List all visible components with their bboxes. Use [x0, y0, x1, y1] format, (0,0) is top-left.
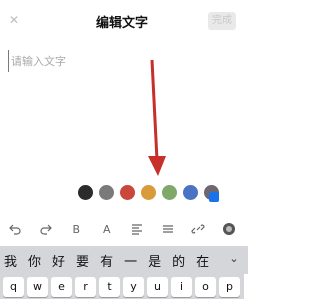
format-toolbar: B A: [0, 217, 244, 241]
candidate-word[interactable]: 的: [172, 251, 185, 270]
watermark-icon: [209, 192, 219, 202]
keyboard: 我 你 好 要 有 一 是 的 在 ⌄ q w e r t y u i o p: [0, 246, 248, 299]
key-e[interactable]: e: [51, 277, 72, 297]
font-icon: A: [102, 222, 111, 236]
key-r[interactable]: r: [75, 277, 96, 297]
color-swatch-gray[interactable]: [99, 184, 114, 200]
color-icon: [222, 223, 235, 235]
candidate-word[interactable]: 你: [28, 251, 41, 270]
strike-icon: [162, 225, 173, 233]
bold-button[interactable]: B: [66, 219, 86, 239]
color-swatch-blue[interactable]: [183, 184, 198, 200]
key-q[interactable]: q: [3, 277, 24, 297]
align-icon: [132, 224, 143, 235]
candidate-word[interactable]: 要: [76, 251, 89, 270]
align-button[interactable]: [127, 219, 147, 239]
bold-icon: B: [72, 222, 81, 236]
link-icon: [191, 224, 205, 234]
color-swatch-orange[interactable]: [141, 184, 156, 200]
redo-icon: [40, 224, 52, 235]
expand-candidates-button[interactable]: ⌄: [227, 252, 241, 266]
done-button[interactable]: 完成: [208, 12, 236, 30]
candidate-word[interactable]: 有: [100, 251, 113, 270]
link-button[interactable]: [188, 219, 208, 239]
color-swatch-black[interactable]: [78, 184, 93, 200]
text-input[interactable]: [8, 50, 221, 72]
chevron-down-icon: ⌄: [229, 252, 239, 265]
key-u[interactable]: u: [147, 277, 168, 297]
undo-button[interactable]: [5, 219, 25, 239]
undo-icon: [9, 224, 21, 235]
key-p[interactable]: p: [219, 277, 240, 297]
strike-button[interactable]: [158, 219, 178, 239]
watermark-logo: [209, 190, 244, 204]
font-button[interactable]: A: [97, 219, 117, 239]
red-arrow-icon: [148, 59, 166, 176]
candidate-word[interactable]: 在: [196, 251, 209, 270]
key-y[interactable]: y: [123, 277, 144, 297]
key-i[interactable]: i: [171, 277, 192, 297]
key-o[interactable]: o: [195, 277, 216, 297]
candidate-bar: 我 你 好 要 有 一 是 的 在: [0, 246, 248, 274]
color-swatch-green[interactable]: [162, 184, 177, 200]
key-w[interactable]: w: [27, 277, 48, 297]
candidate-word[interactable]: 我: [4, 251, 17, 270]
key-t[interactable]: t: [99, 277, 120, 297]
candidate-word[interactable]: 一: [124, 251, 137, 270]
color-button[interactable]: [219, 219, 239, 239]
keyboard-row-1: q w e r t y u i o p: [3, 277, 244, 299]
candidate-word[interactable]: 好: [52, 251, 65, 270]
color-swatch-red[interactable]: [120, 184, 135, 200]
candidate-word[interactable]: 是: [148, 251, 161, 270]
redo-button[interactable]: [36, 219, 56, 239]
header-bar: ✕ 编辑文字 完成: [0, 0, 244, 40]
